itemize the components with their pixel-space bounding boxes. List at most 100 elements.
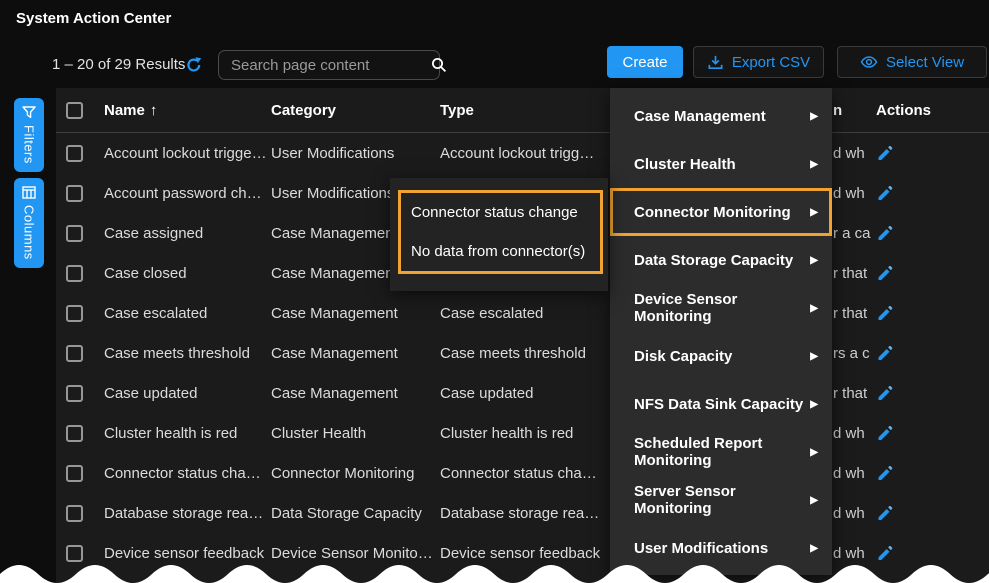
export-csv-label: Export CSV bbox=[732, 54, 810, 71]
menu-item-label: Connector Monitoring bbox=[634, 204, 810, 221]
table-row: Cluster health is red Cluster Health Clu… bbox=[56, 413, 989, 453]
results-table: Name ↑ Category Type n Actions Account l… bbox=[56, 88, 989, 583]
row-type: Connector status cha… bbox=[440, 453, 620, 493]
create-menu-item[interactable]: Cluster Health ▶ bbox=[610, 140, 832, 188]
column-header-type[interactable]: Type bbox=[440, 88, 620, 132]
edit-pencil-icon[interactable] bbox=[876, 384, 894, 402]
row-description-fragment: d wh bbox=[833, 453, 873, 493]
row-type: Case meets threshold bbox=[440, 333, 620, 373]
filter-icon bbox=[22, 106, 36, 119]
row-name: Case updated bbox=[104, 373, 269, 413]
row-checkbox[interactable] bbox=[66, 225, 83, 242]
row-type: Case updated bbox=[440, 373, 620, 413]
search-icon bbox=[430, 56, 448, 74]
row-type: Database storage rea… bbox=[440, 493, 620, 533]
submenu-item-label: Connector status change bbox=[411, 204, 578, 221]
row-category: Case Management bbox=[271, 373, 436, 413]
column-header-name[interactable]: Name ↑ bbox=[104, 88, 269, 132]
table-row: Account lockout trigge… User Modificatio… bbox=[56, 133, 989, 173]
create-menu-item[interactable]: User Modifications ▶ bbox=[610, 524, 832, 572]
row-name: Connector status cha… bbox=[104, 453, 269, 493]
menu-item-label: Data Storage Capacity bbox=[634, 252, 810, 269]
row-description-fragment: rs a c bbox=[833, 333, 873, 373]
table-row: Connector status cha… Connector Monitori… bbox=[56, 453, 989, 493]
row-category: Data Storage Capacity bbox=[271, 493, 436, 533]
create-menu-item[interactable]: Scheduled Report Monitoring ▶ bbox=[610, 428, 832, 476]
row-description-fragment: r that bbox=[833, 253, 873, 293]
edit-pencil-icon[interactable] bbox=[876, 344, 894, 362]
columns-tab-label: Columns bbox=[22, 205, 37, 260]
edit-pencil-icon[interactable] bbox=[876, 464, 894, 482]
row-checkbox[interactable] bbox=[66, 265, 83, 282]
submenu-item-label: No data from connector(s) bbox=[411, 243, 585, 260]
menu-item-label: User Modifications bbox=[634, 540, 810, 557]
create-menu-item[interactable]: Connector Monitoring ▶ bbox=[610, 188, 832, 236]
row-checkbox[interactable] bbox=[66, 465, 83, 482]
row-name: Device sensor feedback bbox=[104, 533, 269, 573]
create-menu-item[interactable]: Disk Capacity ▶ bbox=[610, 332, 832, 380]
column-header-description-fragment: n bbox=[833, 88, 873, 132]
submenu-item[interactable]: Connector status change bbox=[401, 193, 600, 232]
sidebar-tab-filters[interactable]: Filters bbox=[14, 98, 44, 172]
row-category: Case Management bbox=[271, 333, 436, 373]
select-all-cell bbox=[66, 88, 83, 132]
row-checkbox[interactable] bbox=[66, 305, 83, 322]
edit-pencil-icon[interactable] bbox=[876, 144, 894, 162]
row-checkbox[interactable] bbox=[66, 145, 83, 162]
row-description-fragment: d wh bbox=[833, 413, 873, 453]
create-menu-item[interactable]: Device Sensor Monitoring ▶ bbox=[610, 284, 832, 332]
row-description-fragment: d wh bbox=[833, 133, 873, 173]
create-dropdown-menu: Case Management ▶ Cluster Health ▶ Conne… bbox=[610, 88, 832, 575]
row-description-fragment: r that bbox=[833, 373, 873, 413]
row-description-fragment: r a ca bbox=[833, 213, 873, 253]
row-name: Case escalated bbox=[104, 293, 269, 333]
submenu-item[interactable]: No data from connector(s) bbox=[401, 232, 600, 271]
row-checkbox[interactable] bbox=[66, 545, 83, 562]
create-button[interactable]: Create bbox=[607, 46, 683, 78]
column-header-category[interactable]: Category bbox=[271, 88, 436, 132]
chevron-right-icon: ▶ bbox=[810, 447, 818, 458]
submenu-highlight-box: Connector status change No data from con… bbox=[398, 190, 603, 274]
edit-pencil-icon[interactable] bbox=[876, 544, 894, 562]
create-menu-item[interactable]: Data Storage Capacity ▶ bbox=[610, 236, 832, 284]
row-name: Database storage rea… bbox=[104, 493, 269, 533]
edit-pencil-icon[interactable] bbox=[876, 224, 894, 242]
select-all-checkbox[interactable] bbox=[66, 102, 83, 119]
edit-pencil-icon[interactable] bbox=[876, 304, 894, 322]
search-input[interactable] bbox=[231, 57, 430, 74]
table-row: Database storage rea… Data Storage Capac… bbox=[56, 493, 989, 533]
columns-icon bbox=[22, 186, 36, 199]
row-description-fragment: d wh bbox=[833, 533, 873, 573]
chevron-right-icon: ▶ bbox=[810, 351, 818, 362]
search-box bbox=[218, 50, 440, 80]
create-button-label: Create bbox=[622, 54, 667, 71]
row-checkbox[interactable] bbox=[66, 185, 83, 202]
row-description-fragment: r that bbox=[833, 293, 873, 333]
edit-pencil-icon[interactable] bbox=[876, 424, 894, 442]
edit-pencil-icon[interactable] bbox=[876, 504, 894, 522]
edit-pencil-icon[interactable] bbox=[876, 184, 894, 202]
menu-item-label: Server Sensor Monitoring bbox=[634, 483, 810, 517]
row-checkbox[interactable] bbox=[66, 505, 83, 522]
create-menu-item[interactable]: NFS Data Sink Capacity ▶ bbox=[610, 380, 832, 428]
row-checkbox[interactable] bbox=[66, 345, 83, 362]
row-type: Case escalated bbox=[440, 293, 620, 333]
row-checkbox[interactable] bbox=[66, 425, 83, 442]
column-header-actions: Actions bbox=[876, 88, 931, 132]
edit-pencil-icon[interactable] bbox=[876, 264, 894, 282]
row-checkbox[interactable] bbox=[66, 385, 83, 402]
download-icon bbox=[707, 54, 724, 71]
chevron-right-icon: ▶ bbox=[810, 159, 818, 170]
create-menu-item[interactable]: Server Sensor Monitoring ▶ bbox=[610, 476, 832, 524]
export-csv-button[interactable]: Export CSV bbox=[693, 46, 824, 78]
refresh-icon[interactable] bbox=[184, 55, 204, 75]
create-menu-item[interactable]: Case Management ▶ bbox=[610, 92, 832, 140]
menu-item-label: Scheduled Report Monitoring bbox=[634, 435, 810, 469]
chevron-right-icon: ▶ bbox=[810, 255, 818, 266]
chevron-right-icon: ▶ bbox=[810, 543, 818, 554]
chevron-right-icon: ▶ bbox=[810, 207, 818, 218]
select-view-button[interactable]: Select View bbox=[837, 46, 987, 78]
chevron-right-icon: ▶ bbox=[810, 495, 818, 506]
sidebar-tab-columns[interactable]: Columns bbox=[14, 178, 44, 268]
row-name: Account password ch… bbox=[104, 173, 269, 213]
